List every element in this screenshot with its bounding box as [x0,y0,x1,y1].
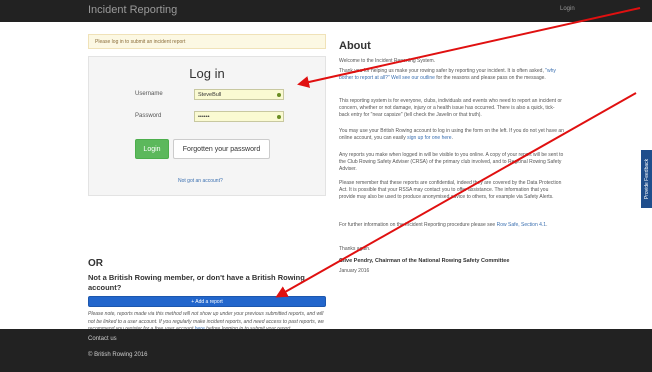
about-text: . [451,135,453,141]
about-paragraph: For further information on the Incident … [339,222,565,229]
about-signature: Clive Pendry, Chairman of the National R… [339,258,510,264]
non-member-question: Not a British Rowing member, or don't ha… [88,273,305,292]
about-text: . [546,222,548,228]
provide-feedback-tab[interactable]: Provide Feedback [641,150,652,208]
login-button[interactable]: Login [135,139,169,159]
about-paragraph: You may use your British Rowing account … [339,128,565,142]
add-report-button[interactable]: + Add a report [88,296,326,307]
about-paragraph: Please remember that these reports are c… [339,180,562,200]
login-nav-link[interactable]: Login [560,6,575,12]
about-paragraph: This reporting system is for everyone, c… [339,98,562,118]
about-text: For further information on the Incident … [339,222,497,228]
username-field[interactable]: SteveBull [194,89,284,100]
username-label: Username [135,91,163,97]
about-text: for the reasons and please pass on the m… [434,75,546,81]
password-label: Password [135,113,162,119]
sign-up-link[interactable]: sign up for one here [407,135,451,141]
no-account-link[interactable]: Not got an account? [178,178,223,184]
top-navbar: Incident Reporting Login [0,0,652,22]
feedback-tab-label: Provide Feedback [643,158,650,200]
about-thanks: Thanks again. [339,246,371,252]
field-valid-icon [277,93,281,97]
field-valid-icon [277,115,281,119]
brand-title[interactable]: Incident Reporting [88,4,177,16]
password-field[interactable]: •••••• [194,111,284,122]
row-safe-link[interactable]: Row Safe, Section 4.1 [497,222,546,228]
about-welcome: Welcome to the Incident Reporting System… [339,58,436,64]
about-paragraph: Thank you for helping us make your rowin… [339,68,565,82]
contact-us-link[interactable]: Contact us [88,336,117,342]
forgot-password-button[interactable]: Forgotten your password [173,139,270,159]
copyright-text: © British Rowing 2016 [88,352,148,358]
about-title: About [339,40,371,52]
login-title: Log in [189,66,225,81]
about-date: January 2016 [339,268,370,274]
about-text: Thank you for helping us make your rowin… [339,68,546,74]
login-required-alert: Please log in to submit an incident repo… [88,34,326,49]
or-heading: OR [88,258,103,269]
about-paragraph: Any reports you make when logged in will… [339,152,564,172]
